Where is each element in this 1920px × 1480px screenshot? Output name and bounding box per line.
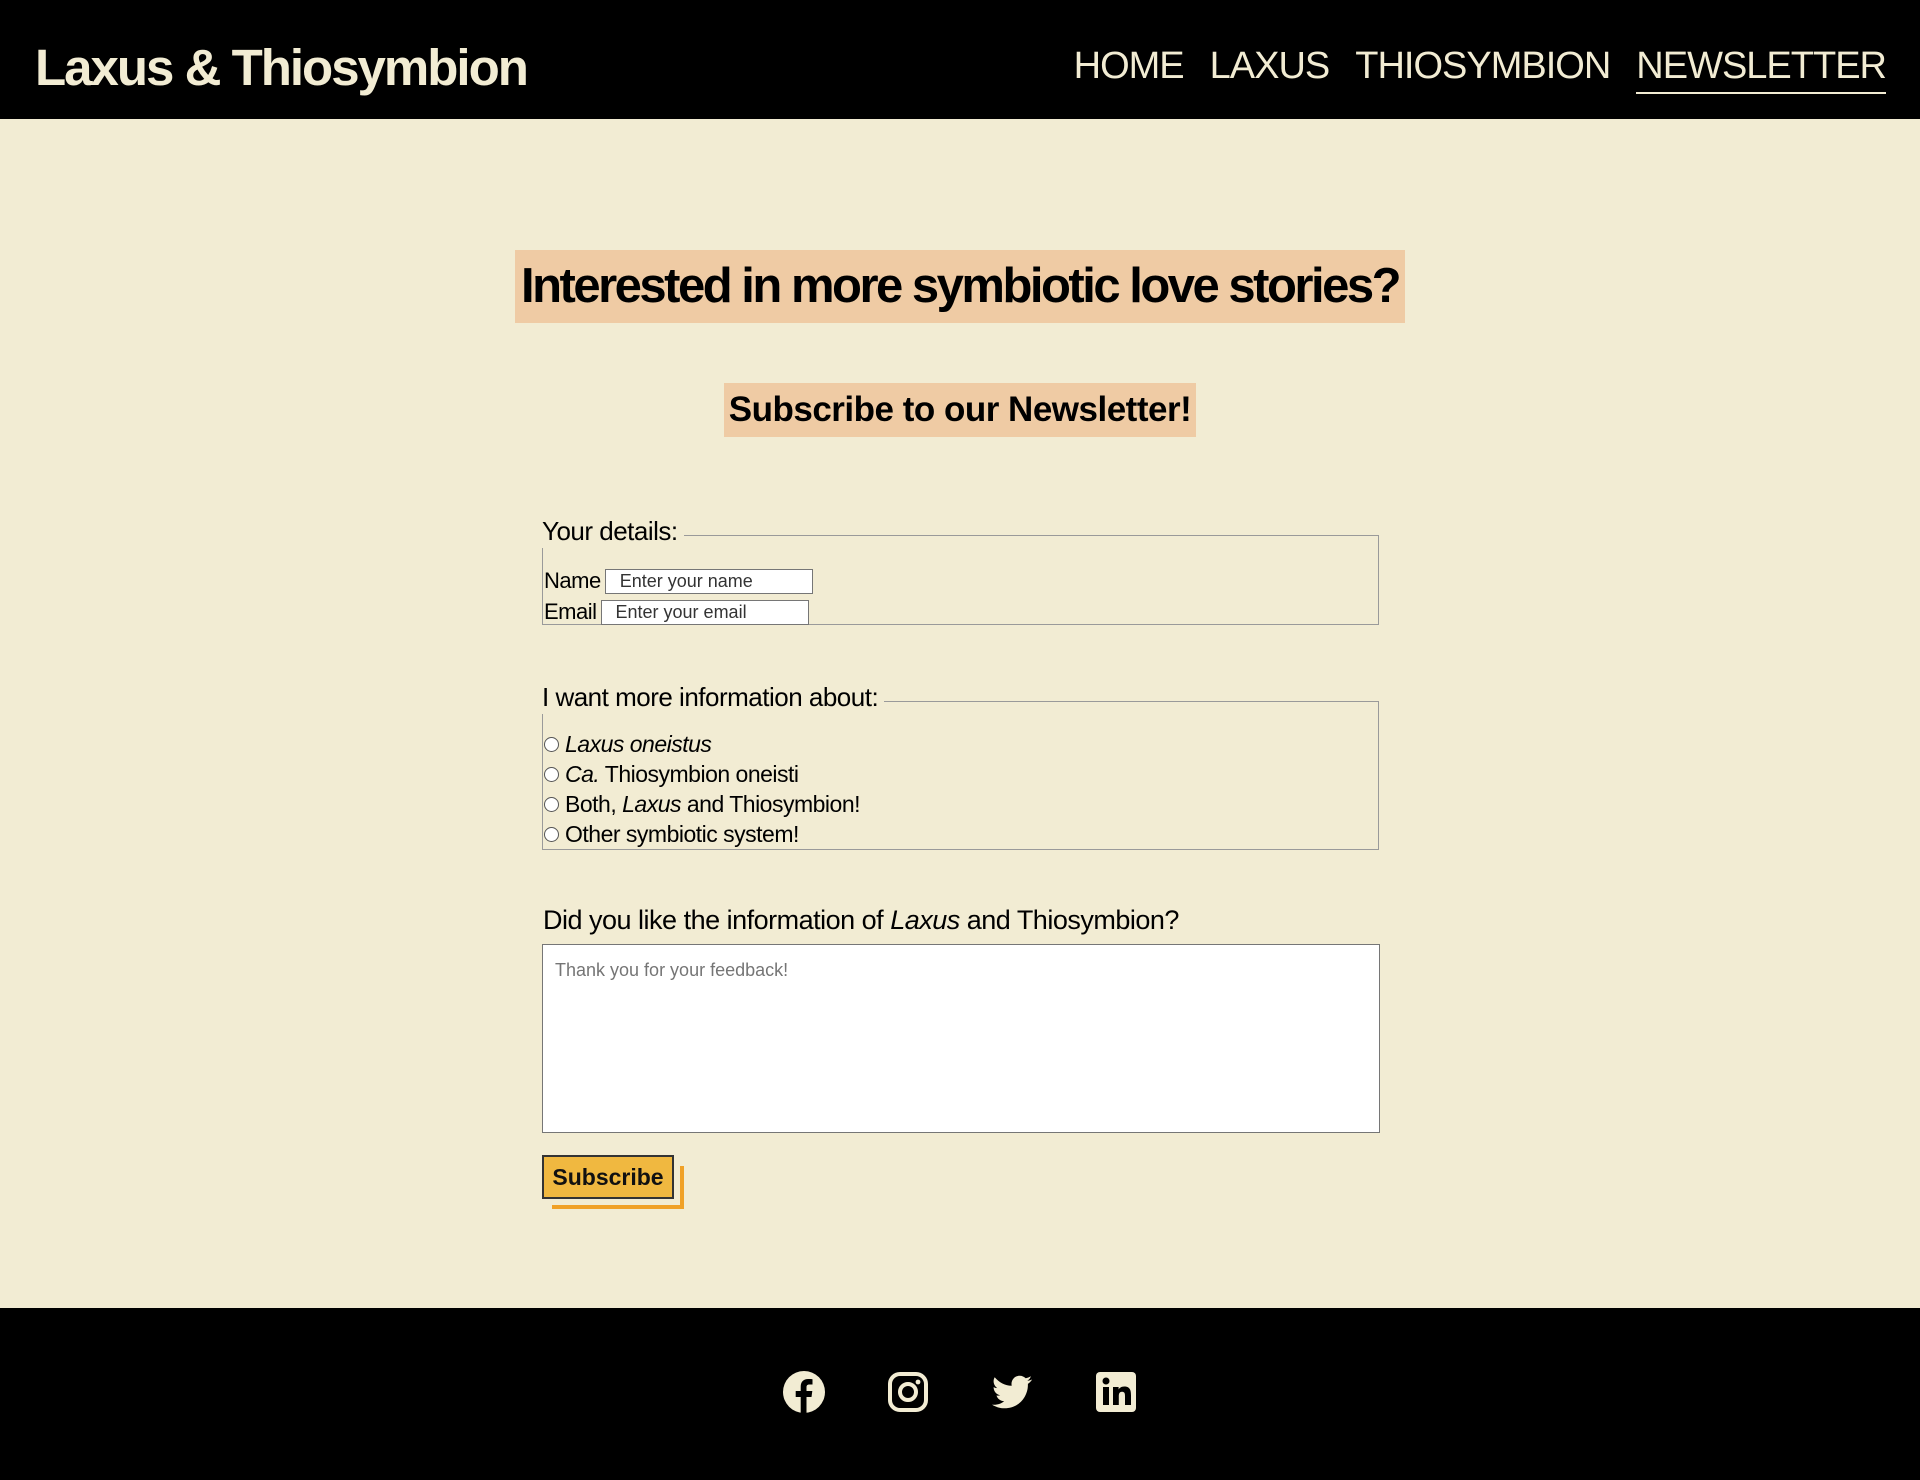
page-subtitle: Subscribe to our Newsletter! <box>723 383 1197 437</box>
nav-thiosymbion[interactable]: THIOSYMBION <box>1355 42 1611 94</box>
info-fieldset: I want more information about: Laxus one… <box>542 680 1379 850</box>
nav-home[interactable]: HOME <box>1074 42 1185 94</box>
option-label: Ca. Thiosymbion oneisti <box>565 761 799 787</box>
main-nav: HOME LAXUS THIOSYMBION NEWSLETTER <box>1074 42 1887 94</box>
instagram-icon[interactable] <box>886 1370 930 1414</box>
radio-button[interactable] <box>544 796 559 812</box>
option-label: Both, Laxus and Thiosymbion! <box>565 791 861 817</box>
info-legend: I want more information about: <box>542 680 885 714</box>
radio-button[interactable] <box>544 736 559 752</box>
name-label: Name <box>544 568 601 593</box>
site-logo[interactable]: Laxus & Thiosymbion <box>35 36 529 100</box>
option-laxus[interactable]: Laxus oneistus <box>544 730 712 758</box>
site-header: Laxus & Thiosymbion HOME LAXUS THIOSYMBI… <box>0 0 1920 119</box>
twitter-icon[interactable] <box>990 1370 1034 1414</box>
nav-newsletter[interactable]: NEWSLETTER <box>1636 42 1887 94</box>
site-footer <box>0 1308 1920 1480</box>
page-title: Interested in more symbiotic love storie… <box>514 250 1405 323</box>
email-row: Email <box>544 599 809 625</box>
option-thiosymbion[interactable]: Ca. Thiosymbion oneisti <box>544 760 799 788</box>
radio-button[interactable] <box>544 826 559 842</box>
details-legend: Your details: <box>542 514 684 548</box>
radio-button[interactable] <box>544 766 559 782</box>
subscribe-button[interactable]: Subscribe <box>542 1155 674 1199</box>
facebook-icon[interactable] <box>782 1370 826 1414</box>
nav-laxus[interactable]: LAXUS <box>1210 42 1331 94</box>
feedback-textarea[interactable] <box>542 944 1380 1133</box>
social-links <box>0 1370 1920 1414</box>
email-label: Email <box>544 599 597 624</box>
name-input[interactable] <box>604 568 813 594</box>
option-both[interactable]: Both, Laxus and Thiosymbion! <box>544 790 861 818</box>
details-fieldset: Your details: Name Email <box>542 514 1379 625</box>
option-label: Laxus oneistus <box>565 731 712 757</box>
option-label: Other symbiotic system! <box>565 821 799 847</box>
email-input[interactable] <box>600 599 809 625</box>
name-row: Name <box>544 568 813 594</box>
option-other[interactable]: Other symbiotic system! <box>544 820 799 848</box>
feedback-question: Did you like the information of Laxus an… <box>543 905 1179 935</box>
linkedin-icon[interactable] <box>1094 1370 1138 1414</box>
